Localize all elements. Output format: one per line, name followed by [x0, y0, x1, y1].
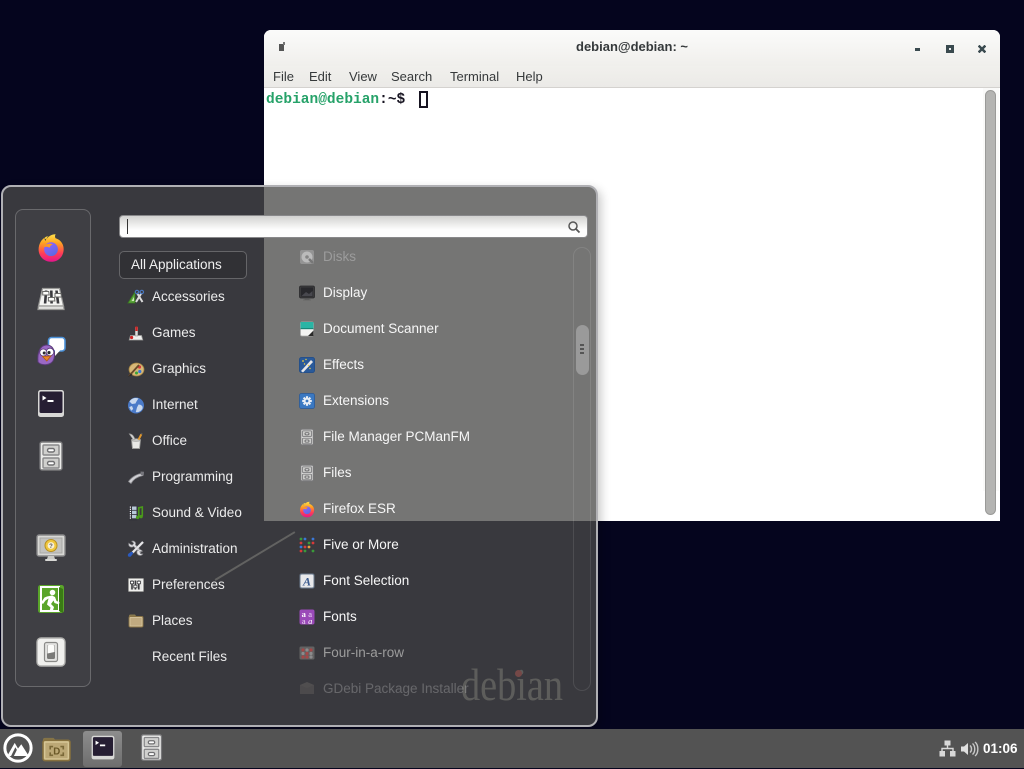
svg-text:a: a [302, 616, 306, 626]
svg-text:a: a [308, 616, 312, 626]
svg-text:D: D [53, 746, 60, 757]
svg-text:A: A [302, 575, 311, 589]
svg-text:?: ? [49, 544, 53, 550]
